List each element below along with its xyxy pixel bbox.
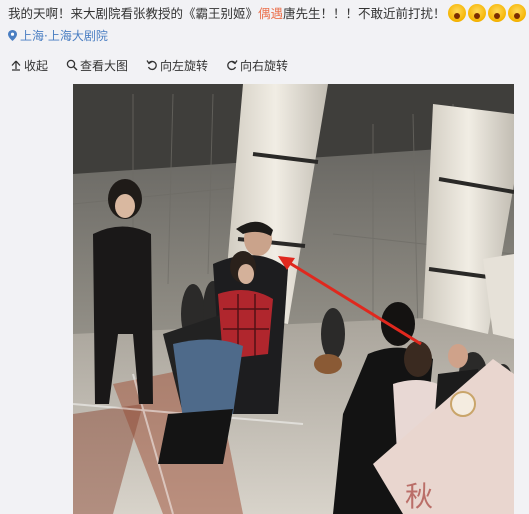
post-text: 我的天啊！来大剧院看张教授的《霸王别姬》偶遇唐先生！！！不敢近前打扰！ [8, 4, 528, 23]
photo-image: 秋 [73, 84, 514, 514]
image-toolbar: 收起 查看大图 向左旋转 向右旋转 [10, 54, 288, 76]
scream-emoji-icon [507, 4, 526, 22]
post-text-part1: 我的天啊！来大剧院看张教授的《霸王别姬》 [8, 6, 259, 21]
view-large-label: 查看大图 [80, 58, 129, 73]
location-label: 上海·上海大剧院 [20, 29, 108, 43]
scream-emoji-icon [467, 4, 486, 22]
rotate-left-button[interactable]: 向左旋转 [146, 57, 208, 74]
scream-emoji-icon [447, 4, 466, 22]
location-pin-icon [8, 30, 17, 41]
collapse-arrow-icon [11, 60, 21, 71]
scream-emoji-icon [487, 4, 506, 22]
view-large-button[interactable]: 查看大图 [66, 57, 128, 74]
location-link[interactable]: 上海·上海大剧院 [8, 27, 108, 44]
rotate-left-label: 向左旋转 [160, 58, 209, 73]
rotate-right-label: 向右旋转 [240, 58, 289, 73]
rotate-left-icon [146, 60, 157, 71]
rotate-right-button[interactable]: 向右旋转 [226, 57, 288, 74]
rotate-right-icon [227, 60, 238, 71]
post-text-part2: 唐先生！！！不敢近前打扰！ [283, 6, 446, 21]
magnifier-icon [66, 59, 78, 71]
collapse-label: 收起 [24, 58, 49, 73]
post-text-highlight[interactable]: 偶遇 [258, 6, 283, 21]
collapse-button[interactable]: 收起 [10, 57, 48, 74]
post-photo[interactable]: 秋 [73, 84, 514, 514]
svg-text:秋: 秋 [405, 480, 433, 513]
